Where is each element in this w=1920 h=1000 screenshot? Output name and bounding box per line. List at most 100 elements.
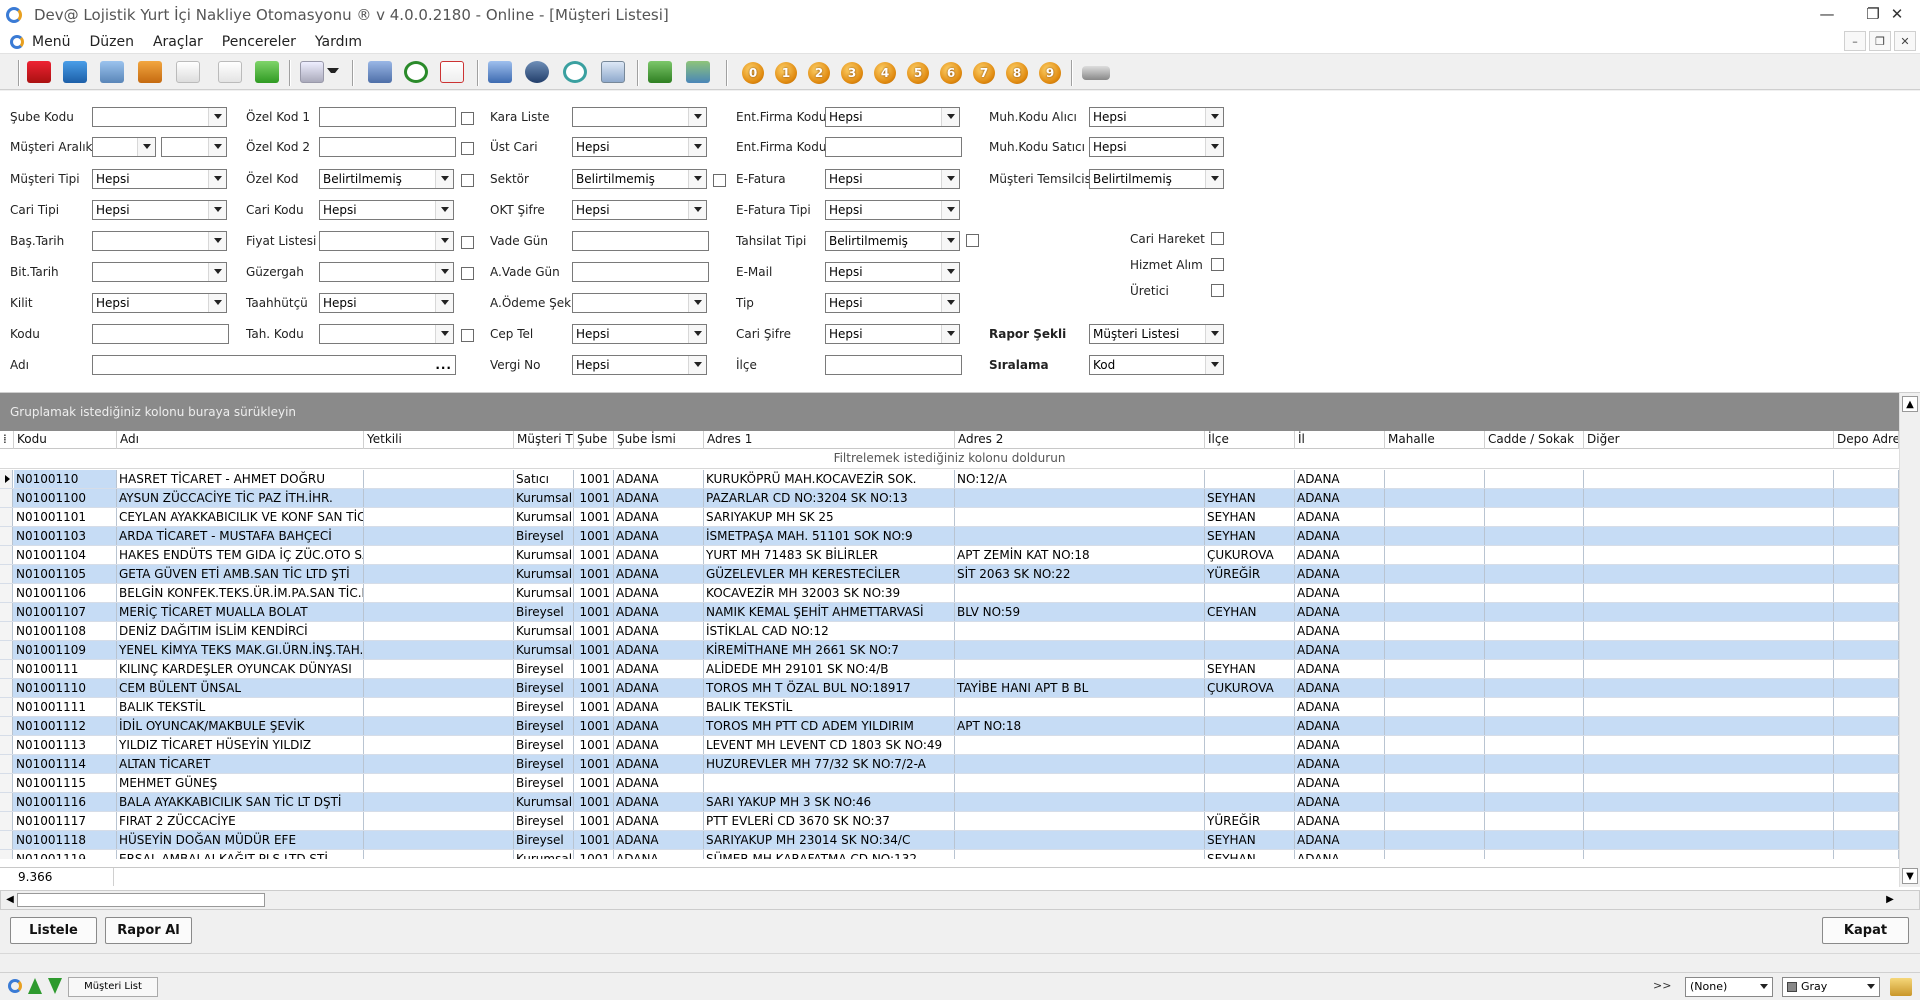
menu-pencereler[interactable]: Pencereler	[222, 34, 296, 50]
chevron-down-icon[interactable]	[214, 269, 222, 274]
menu-araclar[interactable]: Araçlar	[153, 34, 203, 50]
table-row[interactable]: N01001101 CEYLAN AYAKKABICILIK VE KONF SA…	[0, 508, 1899, 527]
taahhutcu-select[interactable]: Hepsi	[319, 293, 454, 313]
chevron-down-icon[interactable]	[947, 238, 955, 243]
chevron-down-icon[interactable]	[947, 269, 955, 274]
column-header[interactable]: Diğer	[1584, 431, 1834, 449]
chevron-down-icon[interactable]	[694, 362, 702, 367]
checklist-dropdown-icon[interactable]	[327, 68, 339, 76]
musteri-aralik-end-select[interactable]	[161, 137, 227, 157]
ozel-kod-1-input[interactable]	[319, 107, 456, 127]
menu-menu[interactable]: Menü	[32, 34, 70, 50]
transfer-icon[interactable]	[648, 61, 672, 83]
row-indicator[interactable]	[0, 812, 13, 830]
column-header[interactable]: Cadde / Sokak	[1485, 431, 1584, 449]
table-row[interactable]: N01001104 HAKES ENDÜTS TEM GIDA İÇ ZÜC.OT…	[0, 546, 1899, 565]
row-indicator[interactable]	[0, 489, 13, 507]
ozel-kod-1-checkbox[interactable]	[461, 112, 474, 125]
table-row[interactable]: N01001109 YENEL KİMYA TEKS MAK.GI.ÜRN.İNŞ…	[0, 641, 1899, 660]
scroll-down-icon[interactable]: ▼	[1902, 868, 1918, 884]
row-indicator[interactable]	[0, 698, 13, 716]
adi-ellipsis-button[interactable]: ...	[435, 356, 452, 374]
cep-tel-select[interactable]: Hepsi	[572, 324, 707, 344]
cari-kodu-select[interactable]: Hepsi	[319, 200, 454, 220]
row-indicator[interactable]	[0, 679, 13, 697]
mdi-restore-button[interactable]: ❐	[1869, 31, 1891, 51]
bas-tarih-select[interactable]	[92, 231, 227, 251]
row-indicator[interactable]	[0, 603, 13, 621]
menu-duzen[interactable]: Düzen	[89, 34, 134, 50]
grid-horizontal-scrollbar[interactable]: ◀ ▶	[0, 890, 1920, 910]
chevron-down-icon[interactable]	[694, 300, 702, 305]
bit-tarih-select[interactable]	[92, 262, 227, 282]
chevron-down-icon[interactable]	[947, 207, 955, 212]
table-row[interactable]: N01001111 BALIK TEKSTİL Bireysel 1001 ADANA B…	[0, 698, 1899, 717]
chevron-down-icon[interactable]	[441, 331, 449, 336]
row-indicator[interactable]	[0, 717, 13, 735]
table-row[interactable]: N01001112 İDİL OYUNCAK/MAKBULE ŞEVİK Birey…	[0, 717, 1899, 736]
table-row[interactable]: N01001119 ERSAL AMBALAJ KAĞIT PLS LTD ŞTİ…	[0, 850, 1899, 859]
guzergah-select[interactable]	[319, 262, 454, 282]
table-row[interactable]: N01001105 GETA GÜVEN ETİ AMB.SAN TİC LTD …	[0, 565, 1899, 584]
ilce-input[interactable]	[825, 355, 962, 375]
chevron-down-icon[interactable]	[143, 144, 151, 149]
document-edit-icon[interactable]	[176, 61, 200, 83]
layout-select[interactable]: (None)	[1685, 977, 1773, 997]
color-select[interactable]: Gray	[1782, 977, 1880, 997]
group-panel[interactable]: Gruplamak istediğiniz kolonu buraya sürü…	[0, 393, 1899, 431]
arrow-up-icon[interactable]	[28, 978, 42, 994]
e-fatura-select[interactable]: Hepsi	[825, 169, 960, 189]
folder-icon[interactable]	[63, 61, 87, 83]
table-row[interactable]: N01001118 HÜSEYİN DOĞAN MÜDÜR EFE Bireysel…	[0, 831, 1899, 850]
table-row[interactable]: N01001108 DENİZ DAĞITIM İSLİM KENDİRCİ Kur…	[0, 622, 1899, 641]
exit-icon[interactable]	[686, 61, 710, 83]
ozel-kod-2-checkbox[interactable]	[461, 142, 474, 155]
taskbar-expand-button[interactable]: >>	[1653, 979, 1671, 992]
shortcut-4-button[interactable]: 4	[874, 62, 896, 84]
table-row[interactable]: N01001114 ALTAN TİCARET Bireysel 1001 ADANA H…	[0, 755, 1899, 774]
chevron-down-icon[interactable]	[441, 238, 449, 243]
vade-gun-input[interactable]	[572, 231, 709, 251]
row-indicator[interactable]	[0, 831, 13, 849]
shortcut-0-button[interactable]: 0	[742, 62, 764, 84]
listele-button[interactable]: Listele	[10, 917, 97, 944]
shortcut-1-button[interactable]: 1	[775, 62, 797, 84]
chevron-down-icon[interactable]	[947, 176, 955, 181]
column-header[interactable]: Kodu	[14, 431, 117, 449]
chevron-down-icon[interactable]	[441, 176, 449, 181]
siralama-select[interactable]: Kod	[1089, 355, 1224, 375]
fiyat-listesi-select[interactable]	[319, 231, 454, 251]
table-row[interactable]: N01001113 YILDIZ TİCARET HÜSEYİN YILDIZ Bi…	[0, 736, 1899, 755]
row-indicator[interactable]	[0, 470, 13, 488]
kara-liste-select[interactable]	[572, 107, 707, 127]
adi-input[interactable]: ...	[92, 355, 456, 375]
tahsilat-tipi-checkbox[interactable]	[966, 234, 979, 247]
kilit-select[interactable]: Hepsi	[92, 293, 227, 313]
row-indicator[interactable]	[0, 546, 13, 564]
kapat-button[interactable]: Kapat	[1822, 917, 1909, 944]
chevron-down-icon[interactable]	[214, 207, 222, 212]
row-indicator[interactable]	[0, 850, 13, 859]
chevron-down-icon[interactable]	[694, 114, 702, 119]
table-row[interactable]: N01001103 ARDA TİCARET - MUSTAFA BAHÇECİ B…	[0, 527, 1899, 546]
checklist-icon[interactable]	[300, 61, 324, 83]
scroll-right-icon[interactable]: ▶	[1883, 893, 1897, 907]
chevron-down-icon[interactable]	[441, 207, 449, 212]
tahsilat-tipi-select[interactable]: Belirtilmemiş	[825, 231, 960, 251]
palette-icon[interactable]	[1890, 978, 1912, 996]
guzergah-checkbox[interactable]	[461, 267, 474, 280]
table-row[interactable]: N01001116 BALA AYAKKABICILIK SAN TİC LT D…	[0, 793, 1899, 812]
chevron-down-icon[interactable]	[694, 176, 702, 181]
rapor-al-button[interactable]: Rapor Al	[105, 917, 192, 944]
table-row[interactable]: N01001115 MEHMET GÜNEŞ Bireysel 1001 ADANA AD…	[0, 774, 1899, 793]
row-indicator[interactable]	[0, 755, 13, 773]
report-icon[interactable]	[100, 61, 124, 83]
row-indicator[interactable]	[0, 584, 13, 602]
sektor-checkbox[interactable]	[713, 174, 726, 187]
row-indicator[interactable]	[0, 527, 13, 545]
okt-sifre-select[interactable]: Hepsi	[572, 200, 707, 220]
column-header[interactable]: İl	[1295, 431, 1385, 449]
grid-vertical-scrollbar[interactable]: ▲ ▼	[1899, 393, 1920, 887]
kodu-input[interactable]	[92, 324, 229, 344]
chevron-down-icon[interactable]	[694, 331, 702, 336]
